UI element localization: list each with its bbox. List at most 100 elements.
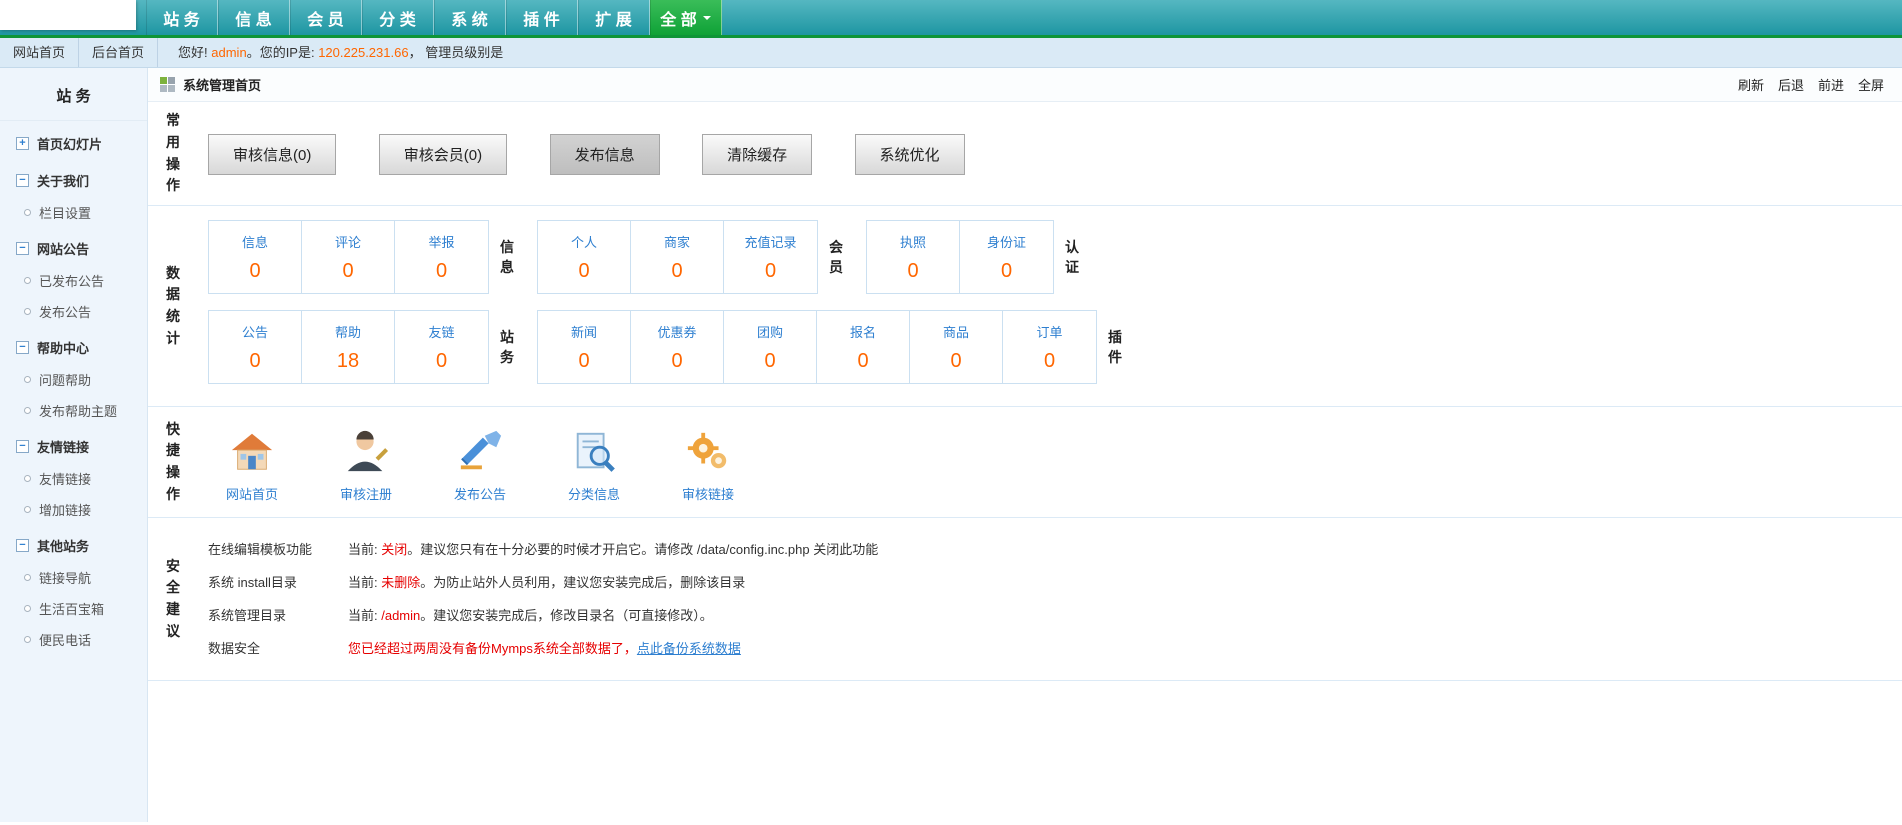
sidebar-group-other[interactable]: 其他站务 bbox=[0, 529, 147, 562]
stat-card-personal[interactable]: 个人 0 bbox=[538, 221, 631, 293]
stat-card-license[interactable]: 执照 0 bbox=[867, 221, 960, 293]
shortcut-category-info[interactable]: 分类信息 bbox=[550, 429, 638, 503]
section-quick-ops: 常用操作 审核信息(0) 审核会员(0) 发布信息 清除缓存 系统优化 bbox=[148, 102, 1902, 206]
stat-card-friendlink[interactable]: 友链 0 bbox=[395, 311, 488, 383]
stat-value: 0 bbox=[950, 350, 961, 373]
stat-group-tag-info: 信息 bbox=[499, 237, 515, 278]
stat-card-signup[interactable]: 报名 0 bbox=[817, 311, 910, 383]
system-optimize-button[interactable]: 系统优化 bbox=[855, 134, 965, 175]
collapse-minus-icon[interactable] bbox=[16, 242, 29, 255]
user-ip: 120.225.231.66 bbox=[318, 45, 408, 60]
stat-card-news[interactable]: 新闻 0 bbox=[538, 311, 631, 383]
sidebar-item-question-help[interactable]: 问题帮助 bbox=[0, 364, 147, 395]
clear-cache-button[interactable]: 清除缓存 bbox=[702, 134, 812, 175]
collapse-minus-icon[interactable] bbox=[16, 341, 29, 354]
sidebar-item-convenience-phone[interactable]: 便民电话 bbox=[0, 624, 147, 655]
sidebar-group-slideshow[interactable]: 首页幻灯片 bbox=[0, 127, 147, 160]
nav-tab-info[interactable]: 信 息 bbox=[218, 0, 290, 35]
back-button[interactable]: 后退 bbox=[1778, 75, 1804, 94]
security-item-name: 在线编辑模板功能 bbox=[208, 539, 348, 558]
stat-label: 信息 bbox=[242, 232, 268, 251]
stat-card-reports[interactable]: 举报 0 bbox=[395, 221, 488, 293]
stat-label: 身份证 bbox=[987, 232, 1026, 251]
stats-row-2: 公告 0 帮助 18 友链 0 bbox=[208, 310, 1892, 384]
tab-label: 网站首页 bbox=[13, 45, 65, 60]
stat-card-orders[interactable]: 订单 0 bbox=[1003, 311, 1096, 383]
nav-tab-extend[interactable]: 扩 展 bbox=[578, 0, 650, 35]
nav-tab-site[interactable]: 站 务 bbox=[146, 0, 218, 35]
shortcut-publish-announcement[interactable]: 发布公告 bbox=[436, 429, 524, 503]
sidebar-item-publish-announcement[interactable]: 发布公告 bbox=[0, 296, 147, 327]
tab-label: 后台首页 bbox=[92, 45, 144, 60]
fullscreen-button[interactable]: 全屏 bbox=[1858, 75, 1884, 94]
nav-tab-system[interactable]: 系 统 bbox=[434, 0, 506, 35]
topbar-tabs: 网站首页 后台首页 bbox=[0, 38, 158, 67]
nav-tab-all[interactable]: 全 部 bbox=[650, 0, 722, 35]
shortcut-review-links[interactable]: 审核链接 bbox=[664, 429, 752, 503]
shortcuts-content: 网站首页 bbox=[198, 407, 1902, 517]
review-info-button[interactable]: 审核信息(0) bbox=[208, 134, 336, 175]
sidebar-item-life-toolbox[interactable]: 生活百宝箱 bbox=[0, 593, 147, 624]
stat-card-groupbuy[interactable]: 团购 0 bbox=[724, 311, 817, 383]
stat-label: 报名 bbox=[850, 322, 876, 341]
stat-card-comments[interactable]: 评论 0 bbox=[302, 221, 395, 293]
sidebar-item-add-link[interactable]: 增加链接 bbox=[0, 494, 147, 525]
section-security: 安全建议 在线编辑模板功能 当前: 关闭。建议您只有在十分必要的时候才开启它。请… bbox=[148, 518, 1902, 681]
stat-card-info[interactable]: 信息 0 bbox=[209, 221, 302, 293]
section-stats: 数据统计 信息 0 评论 0 bbox=[148, 206, 1902, 407]
refresh-button[interactable]: 刷新 bbox=[1738, 75, 1764, 94]
nav-tab-label: 分 类 bbox=[379, 6, 415, 30]
sidebar-item-link-nav[interactable]: 链接导航 bbox=[0, 562, 147, 593]
sidebar-item-label: 生活百宝箱 bbox=[39, 599, 104, 618]
announce-icon bbox=[457, 429, 503, 475]
sidebar-item-friend-links[interactable]: 友情链接 bbox=[0, 463, 147, 494]
publish-info-button[interactable]: 发布信息 bbox=[550, 134, 660, 175]
nav-tab-category[interactable]: 分 类 bbox=[362, 0, 434, 35]
nav-tab-label: 插 件 bbox=[523, 6, 559, 30]
forward-button[interactable]: 前进 bbox=[1818, 75, 1844, 94]
collapse-minus-icon[interactable] bbox=[16, 174, 29, 187]
section-label: 数据统计 bbox=[148, 206, 198, 406]
stats-row-1: 信息 0 评论 0 举报 0 bbox=[208, 220, 1892, 294]
stat-value: 0 bbox=[764, 350, 775, 373]
sidebar-item-label: 增加链接 bbox=[39, 500, 91, 519]
stat-group-plugin: 新闻 0 优惠券 0 团购 0 bbox=[537, 310, 1097, 384]
nav-tabs: 站 务 信 息 会 员 分 类 系 统 插 件 扩 展 全 部 bbox=[146, 0, 722, 35]
security-item-detail: 您已经超过两周没有备份Mymps系统全部数据了，点此备份系统数据 bbox=[348, 638, 741, 657]
stat-label: 商品 bbox=[943, 322, 969, 341]
tab-admin-home[interactable]: 后台首页 bbox=[79, 38, 158, 67]
sidebar-item-published-announcements[interactable]: 已发布公告 bbox=[0, 265, 147, 296]
sidebar-group-friend-links[interactable]: 友情链接 bbox=[0, 430, 147, 463]
logo bbox=[0, 0, 136, 30]
expand-plus-icon[interactable] bbox=[16, 137, 29, 150]
sidebar-item-publish-help-topic[interactable]: 发布帮助主题 bbox=[0, 395, 147, 426]
collapse-minus-icon[interactable] bbox=[16, 440, 29, 453]
stat-card-help[interactable]: 帮助 18 bbox=[302, 311, 395, 383]
nav-tab-member[interactable]: 会 员 bbox=[290, 0, 362, 35]
nav-tab-label: 全 部 bbox=[660, 6, 696, 30]
sidebar-group-about[interactable]: 关于我们 bbox=[0, 164, 147, 197]
stat-card-idcard[interactable]: 身份证 0 bbox=[960, 221, 1053, 293]
stat-card-announcement[interactable]: 公告 0 bbox=[209, 311, 302, 383]
stat-value: 18 bbox=[337, 350, 359, 373]
shortcut-review-register[interactable]: 审核注册 bbox=[322, 429, 410, 503]
sidebar-group-announcements[interactable]: 网站公告 bbox=[0, 232, 147, 265]
shortcut-site-home[interactable]: 网站首页 bbox=[208, 429, 296, 503]
security-row-template-edit: 在线编辑模板功能 当前: 关闭。建议您只有在十分必要的时候才开启它。请修改 /d… bbox=[208, 532, 1892, 565]
bullet-icon bbox=[24, 407, 31, 414]
tab-site-home[interactable]: 网站首页 bbox=[0, 38, 79, 67]
nav-tab-plugin[interactable]: 插 件 bbox=[506, 0, 578, 35]
security-item-name: 数据安全 bbox=[208, 638, 348, 657]
sidebar-item-column-settings[interactable]: 栏目设置 bbox=[0, 197, 147, 228]
stat-value: 0 bbox=[907, 260, 918, 283]
stat-card-goods[interactable]: 商品 0 bbox=[910, 311, 1003, 383]
collapse-minus-icon[interactable] bbox=[16, 539, 29, 552]
stat-card-business[interactable]: 商家 0 bbox=[631, 221, 724, 293]
stat-card-recharge[interactable]: 充值记录 0 bbox=[724, 221, 817, 293]
backup-link[interactable]: 点此备份系统数据 bbox=[637, 641, 741, 656]
stat-card-coupon[interactable]: 优惠券 0 bbox=[631, 311, 724, 383]
review-member-button[interactable]: 审核会员(0) bbox=[379, 134, 507, 175]
sidebar-group-help-center[interactable]: 帮助中心 bbox=[0, 331, 147, 364]
stat-label: 友链 bbox=[428, 322, 454, 341]
stat-value: 0 bbox=[342, 260, 353, 283]
